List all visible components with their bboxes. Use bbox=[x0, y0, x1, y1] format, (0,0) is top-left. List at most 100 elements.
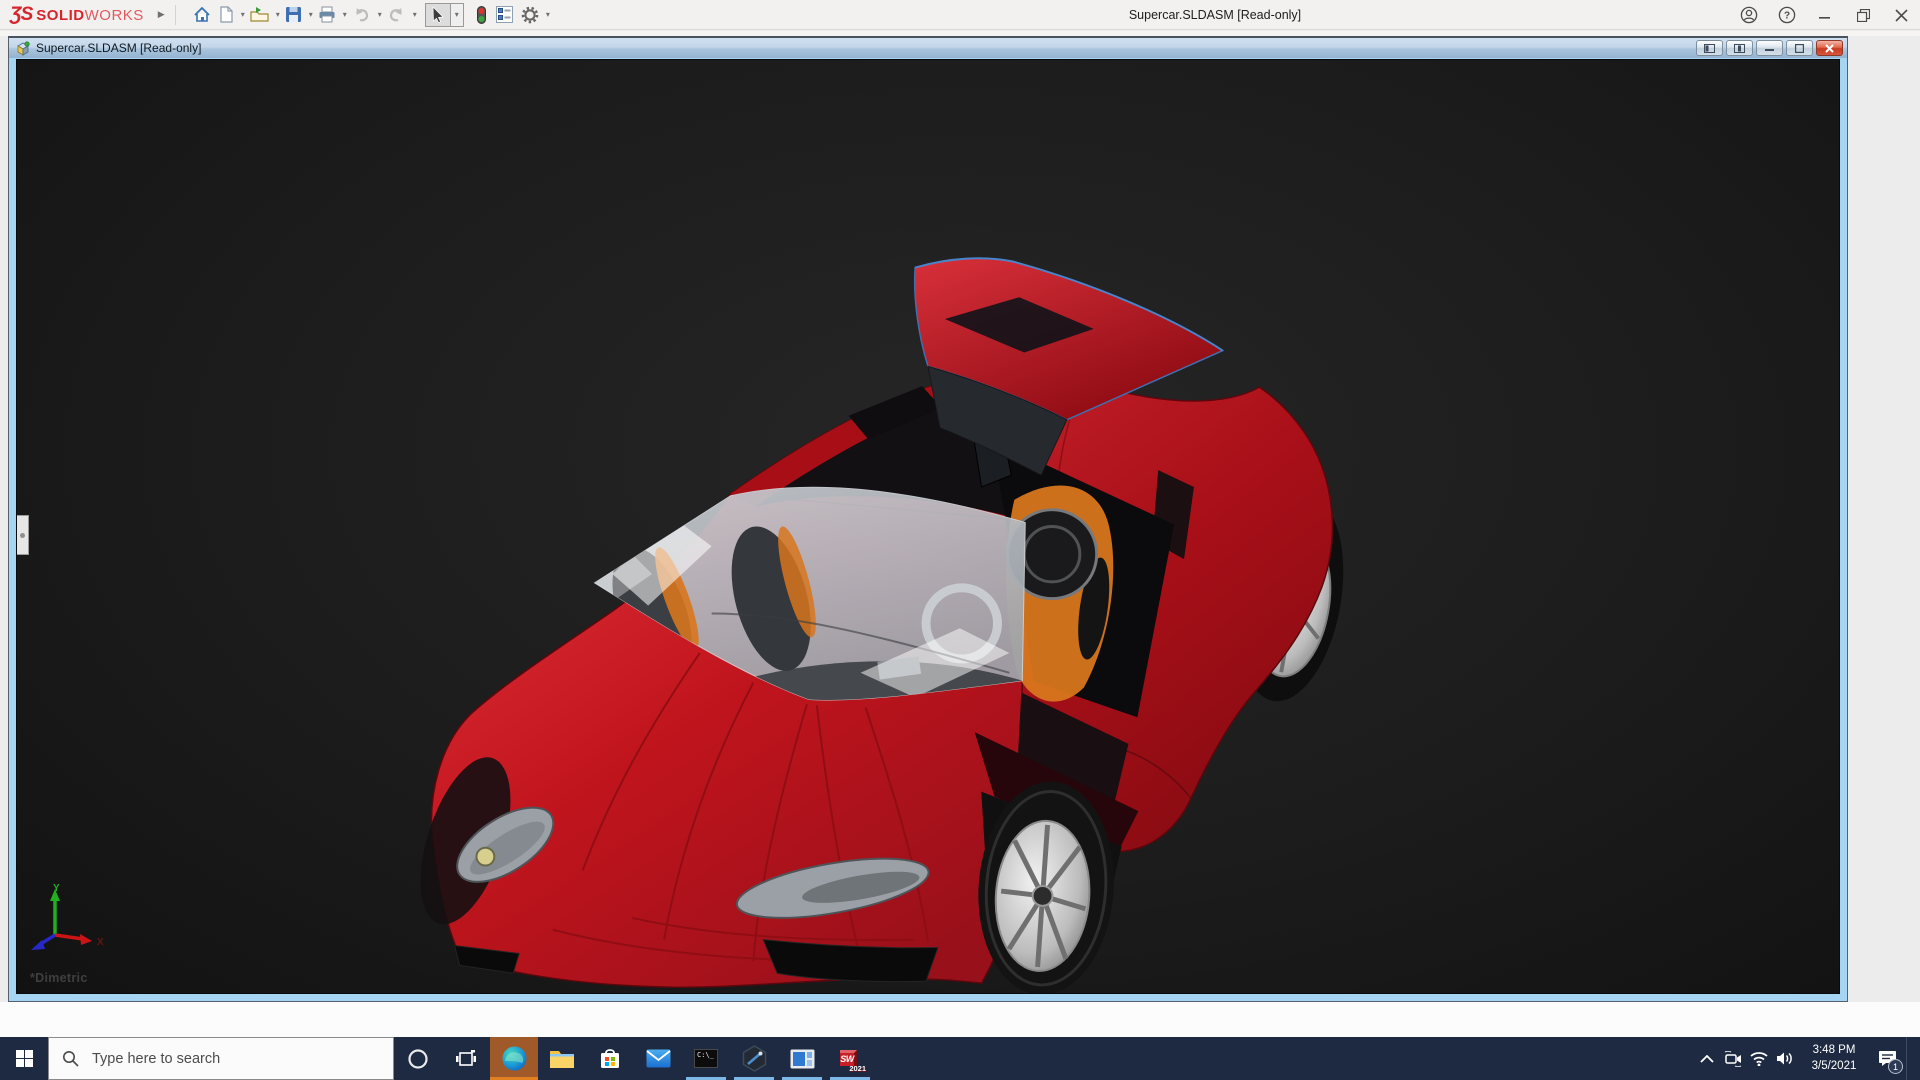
clock-date: 3/5/2021 bbox=[1800, 1059, 1868, 1075]
start-button[interactable] bbox=[0, 1037, 48, 1080]
clock-time: 3:48 PM bbox=[1800, 1043, 1868, 1059]
taskbar-item-microsoft-store[interactable] bbox=[586, 1037, 634, 1080]
taskbar-item-edge[interactable] bbox=[490, 1037, 538, 1080]
edge-icon bbox=[501, 1045, 528, 1072]
account-button[interactable] bbox=[1730, 0, 1768, 30]
show-desktop-button[interactable] bbox=[1906, 1037, 1912, 1080]
doc-minimize-icon bbox=[1765, 44, 1774, 52]
redo-caret[interactable]: ▾ bbox=[413, 10, 417, 19]
open-button[interactable] bbox=[247, 2, 272, 28]
taskbar-item-cortana[interactable] bbox=[394, 1037, 442, 1080]
taskbar-item-task-view[interactable] bbox=[442, 1037, 490, 1080]
tray-clock[interactable]: 3:48 PM 3/5/2021 bbox=[1798, 1043, 1870, 1074]
close-button[interactable] bbox=[1882, 0, 1920, 30]
menu-expander-icon[interactable]: ▶ bbox=[158, 9, 165, 20]
print-icon bbox=[318, 6, 336, 23]
taskbar-item-file-explorer[interactable] bbox=[538, 1037, 586, 1080]
split-pane-right-icon bbox=[1734, 44, 1745, 53]
split-pane-right-button[interactable] bbox=[1726, 40, 1753, 56]
options-caret[interactable]: ▾ bbox=[546, 10, 550, 19]
graphics-viewport[interactable]: Y X *Dimetric bbox=[16, 59, 1840, 994]
redo-button[interactable] bbox=[384, 2, 409, 28]
select-tool-caret[interactable]: ▾ bbox=[451, 3, 464, 27]
document-title: Supercar.SLDASM [Read-only] bbox=[36, 41, 1696, 55]
task-list-icon bbox=[496, 6, 513, 23]
window-controls: ? bbox=[1730, 0, 1920, 30]
taskbar-item-hexagon-app[interactable] bbox=[730, 1037, 778, 1080]
taskbar-search[interactable] bbox=[48, 1037, 394, 1080]
doc-restore-button[interactable] bbox=[1786, 40, 1813, 56]
toolbar-separator bbox=[175, 5, 176, 25]
gear-icon bbox=[521, 6, 539, 24]
help-button[interactable]: ? bbox=[1768, 0, 1806, 30]
split-pane-left-button[interactable] bbox=[1696, 40, 1723, 56]
document-window-controls bbox=[1696, 40, 1843, 56]
mdi-background-strip bbox=[0, 31, 1920, 36]
task-list-button[interactable] bbox=[493, 2, 516, 28]
taskbar-item-solidworks[interactable]: SW 2021 bbox=[826, 1037, 874, 1080]
save-icon bbox=[285, 6, 302, 23]
taskbar-item-remote-window-app[interactable] bbox=[778, 1037, 826, 1080]
doc-close-button[interactable] bbox=[1816, 40, 1843, 56]
volume-icon bbox=[1776, 1051, 1794, 1066]
minimize-button[interactable] bbox=[1806, 0, 1844, 30]
save-button[interactable] bbox=[282, 2, 305, 28]
taskbar: C:\_ SW 2021 bbox=[0, 1037, 1920, 1080]
help-icon: ? bbox=[1778, 6, 1796, 24]
app-titlebar: ƷS SOLIDWORKS ▶ ▾ ▾ ▾ ▾ ▾ ▾ ▾ bbox=[0, 0, 1920, 30]
doc-minimize-button[interactable] bbox=[1756, 40, 1783, 56]
solidworks-logo-icon: ƷS bbox=[10, 4, 32, 26]
triad-x-label: X bbox=[97, 937, 104, 948]
triad-y-label: Y bbox=[53, 883, 60, 894]
undo-caret[interactable]: ▾ bbox=[378, 10, 382, 19]
tray-overflow-chevron[interactable] bbox=[1694, 1037, 1720, 1080]
chevron-up-icon bbox=[1700, 1055, 1714, 1063]
panel-handle-dot bbox=[20, 533, 25, 538]
brand-solid: SOLID bbox=[36, 7, 84, 24]
cortana-icon bbox=[407, 1048, 429, 1070]
taskbar-item-mail[interactable] bbox=[634, 1037, 682, 1080]
options-button[interactable] bbox=[518, 2, 542, 28]
solidworks-logo: ƷS SOLIDWORKS bbox=[10, 4, 144, 26]
status-light-icon bbox=[475, 6, 488, 24]
print-caret[interactable]: ▾ bbox=[343, 10, 347, 19]
new-document-button[interactable] bbox=[216, 2, 237, 28]
home-button[interactable] bbox=[190, 2, 214, 28]
open-caret[interactable]: ▾ bbox=[276, 10, 280, 19]
select-tool-button[interactable] bbox=[425, 3, 451, 27]
tray-action-center[interactable]: 1 bbox=[1870, 1037, 1904, 1080]
taskbar-apps: C:\_ SW 2021 bbox=[394, 1037, 874, 1080]
wifi-icon bbox=[1750, 1052, 1768, 1066]
hexagon-app-icon bbox=[742, 1045, 767, 1072]
status-light-button[interactable] bbox=[472, 2, 491, 28]
window-title: Supercar.SLDASM [Read-only] bbox=[1000, 0, 1430, 30]
taskbar-item-command-prompt[interactable]: C:\_ bbox=[682, 1037, 730, 1080]
undo-button[interactable] bbox=[349, 2, 374, 28]
windows-logo-icon bbox=[16, 1050, 33, 1067]
svg-text:?: ? bbox=[1784, 11, 1790, 22]
save-caret[interactable]: ▾ bbox=[309, 10, 313, 19]
restore-button[interactable] bbox=[1844, 0, 1882, 30]
redo-icon bbox=[387, 6, 406, 23]
open-folder-icon bbox=[250, 6, 269, 23]
notification-badge: 1 bbox=[1888, 1059, 1903, 1074]
tray-volume[interactable] bbox=[1772, 1037, 1798, 1080]
tray-wifi[interactable] bbox=[1746, 1037, 1772, 1080]
restore-icon bbox=[1857, 9, 1870, 22]
close-icon bbox=[1895, 9, 1908, 22]
quick-access-toolbar: ▾ ▾ ▾ ▾ ▾ ▾ ▾ ▾ bbox=[190, 2, 550, 28]
orientation-triad: Y X bbox=[25, 883, 109, 957]
print-button[interactable] bbox=[315, 2, 339, 28]
search-input[interactable] bbox=[90, 1050, 360, 1068]
split-pane-left-icon bbox=[1704, 44, 1715, 53]
tray-meet-now[interactable] bbox=[1720, 1037, 1746, 1080]
new-document-icon bbox=[219, 6, 234, 23]
search-icon bbox=[62, 1050, 79, 1067]
feature-panel-handle[interactable] bbox=[17, 515, 29, 555]
document-titlebar[interactable]: Supercar.SLDASM [Read-only] bbox=[9, 38, 1847, 58]
solidworks-taskbar-icon: SW 2021 bbox=[839, 1048, 861, 1070]
microsoft-store-icon bbox=[598, 1047, 622, 1071]
new-document-caret[interactable]: ▾ bbox=[241, 10, 245, 19]
car-3d-model[interactable] bbox=[17, 60, 1839, 993]
system-tray: 3:48 PM 3/5/2021 1 bbox=[1694, 1037, 1912, 1080]
